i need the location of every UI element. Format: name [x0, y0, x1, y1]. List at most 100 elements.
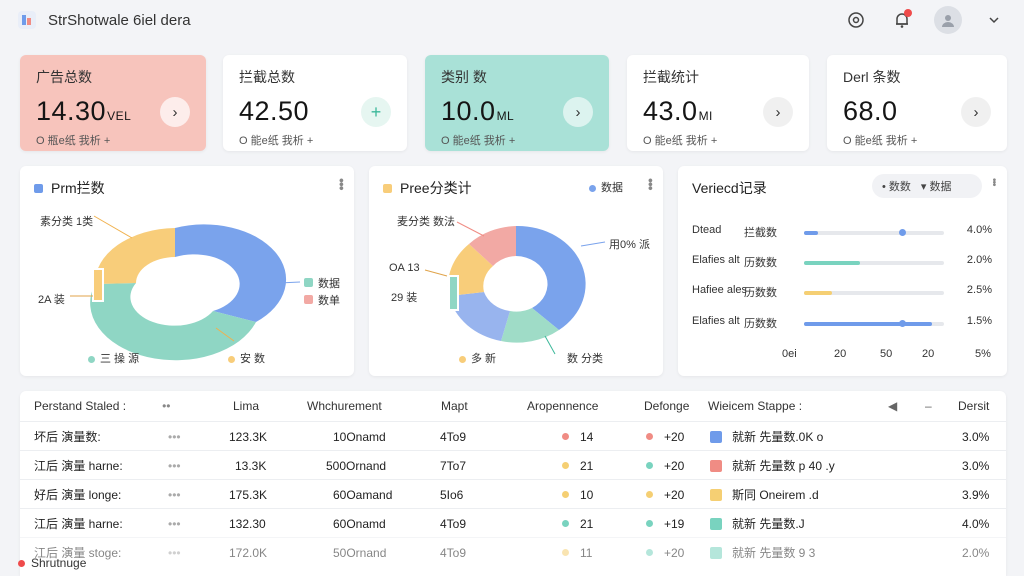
chart-panel-left: Prm拦数 ••• 素分类 1类 2A 装 三 操 源 数据 数单 安 数 [20, 166, 354, 376]
row-stage: 就新 先量数.0K o [710, 422, 823, 451]
donut-offset-chip [92, 268, 104, 302]
row-map: 5Io6 [440, 487, 464, 502]
kpi-label: Derl 条数 [843, 69, 901, 85]
row-name: 坏后 演量数: [34, 430, 101, 444]
row-aro: 10 [562, 480, 593, 509]
kpi-label: 类别 数 [441, 69, 487, 85]
sort-left-icon[interactable]: ◀ [888, 391, 897, 421]
footer-status: Shrutnuge [18, 556, 86, 570]
row-aro: 21 [562, 509, 593, 538]
table-row[interactable]: 江后 演量 harne: ••• 13.3K 500Ornand 7To7 21… [20, 450, 1006, 479]
kpi-arrow-button[interactable]: › [563, 97, 593, 127]
collapse-icon[interactable]: – [925, 391, 932, 421]
donut-slice-blue [175, 224, 287, 322]
kpi-subtext: O 能e纸 我析 + [441, 135, 516, 147]
donut-label-left1: OA 13 [389, 262, 420, 274]
record-row: Hafiee ales 历数数 2.5% [692, 284, 992, 302]
filter-option-1[interactable]: • 数数 [882, 178, 911, 194]
row-stage: 就新 先量数 p 40 .y [710, 451, 835, 480]
donut-chart [70, 215, 301, 361]
row-pct: 4.0% [962, 516, 990, 531]
top-actions [842, 6, 1008, 34]
axis-tick: 20 [834, 348, 847, 360]
record-bar-fill [804, 322, 932, 326]
row-name: 江后 演量 harne: [34, 459, 123, 473]
row-lima: 123.3K [229, 429, 268, 444]
row-map: 7To7 [440, 458, 467, 473]
record-tag: 历数数 [744, 287, 777, 299]
notification-bell-icon[interactable] [888, 6, 916, 34]
table-row[interactable]: 江后 演量 harne: ••• 132.30 60Onamd 4To9 21 … [20, 508, 1006, 537]
row-pct: 3.0% [962, 458, 990, 473]
column-header[interactable]: Dersit [958, 391, 989, 421]
record-tag: 历数数 [744, 318, 777, 330]
column-header[interactable]: Defonge [644, 391, 689, 421]
record-value: 2.5% [966, 284, 992, 296]
kpi-card-3[interactable]: 类别 数 10.0ML O 能e纸 我析 + › [425, 55, 609, 151]
chevron-down-icon[interactable] [980, 6, 1008, 34]
record-tag: 拦截数 [744, 227, 777, 239]
column-header[interactable]: Lima [233, 391, 259, 421]
row-pct: 3.0% [962, 429, 990, 444]
column-header[interactable]: Aropennence [527, 391, 598, 421]
row-aro: 14 [562, 422, 593, 451]
filter-option-2[interactable]: ▾ 数据 [921, 178, 952, 194]
kpi-subtext: O 能e纸 我析 + [843, 135, 918, 147]
record-row: Elafies alt 历数数 2.0% [692, 254, 992, 272]
kpi-subtext: O 能e纸 我析 + [239, 135, 314, 147]
filter-chip[interactable]: • 数数 ▾ 数据 [872, 174, 982, 198]
kpi-arrow-button[interactable]: › [961, 97, 991, 127]
row-map: 4To9 [440, 429, 467, 444]
row-def: +20 [646, 480, 684, 509]
row-map: 4To9 [440, 545, 467, 560]
row-dots: ••• [168, 516, 181, 531]
kpi-card-5[interactable]: Derl 条数 68.0 O 能e纸 我析 + › [827, 55, 1007, 151]
row-def: +20 [646, 451, 684, 480]
record-value: 2.0% [966, 254, 992, 266]
record-bar [804, 261, 944, 265]
row-lima: 13.3K [235, 458, 267, 473]
column-header[interactable]: Mapt [441, 391, 468, 421]
column-header[interactable]: Whchurement [307, 391, 382, 421]
kpi-arrow-button[interactable]: › [160, 97, 190, 127]
kpi-card-2[interactable]: 拦截总数 42.50 O 能e纸 我析 + + [223, 55, 407, 151]
record-name: Elafies alt [692, 254, 740, 266]
donut-label-top: 麦分类 数法 [397, 216, 456, 228]
table-row[interactable]: 坏后 演量数: ••• 123.3K 10Onamd 4To9 14 +20 就… [20, 421, 1006, 450]
row-lima: 132.30 [229, 516, 266, 531]
settings-icon[interactable] [842, 6, 870, 34]
kpi-label: 拦截总数 [239, 69, 295, 85]
kpi-arrow-button[interactable]: › [763, 97, 793, 127]
kpi-card-1[interactable]: 广告总数 14.30VEL O 瓶e纸 我析 + › [20, 55, 206, 151]
row-dots: ••• [168, 545, 181, 560]
kpi-card-4[interactable]: 拦截统计 43.0MI O 能e纸 我析 + › [627, 55, 809, 151]
record-row: Dtead 拦截数 4.0% [692, 224, 992, 242]
table-row[interactable]: 好后 演量 longe: ••• 175.3K 60Oamand 5Io6 10… [20, 479, 1006, 508]
data-table: Perstand Staled : •• Lima Whchurement Map… [20, 391, 1006, 576]
column-header[interactable]: Wieicem Stappe : [708, 391, 802, 421]
axis-tick: 5% [975, 348, 991, 360]
kpi-subtext: O 能e纸 我析 + [643, 135, 718, 147]
column-header[interactable]: Perstand Staled : •• [34, 391, 170, 421]
donut-label-right: 用0% 派 [609, 239, 650, 251]
donut-slice-teal [90, 283, 257, 361]
row-measure: 60Oamand [333, 487, 393, 502]
row-aro: 11 [562, 538, 592, 567]
table-row[interactable]: 江后 演量 stoge: ••• 172.0K 50Ornand 4To9 11… [20, 537, 1006, 566]
row-stage: 就新 先量数 9 3 [710, 538, 815, 567]
row-measure: 10Onamd [333, 429, 386, 444]
record-tag: 历数数 [744, 257, 777, 269]
row-name: 江后 演量 harne: [34, 517, 123, 531]
kpi-label: 广告总数 [36, 69, 92, 85]
row-map: 4To9 [440, 516, 467, 531]
row-stage: 就新 先量数.J [710, 509, 805, 538]
avatar[interactable] [934, 6, 962, 34]
record-name: Hafiee ales [692, 284, 748, 296]
row-def: +20 [646, 538, 684, 567]
kpi-subtext: O 瓶e纸 我析 + [36, 135, 111, 147]
kpi-add-button[interactable]: + [361, 97, 391, 127]
record-bar [804, 291, 944, 295]
donut-label-bottom-right: 数 分类 [567, 353, 604, 365]
more-options-icon[interactable]: ••• [988, 178, 999, 186]
status-dot-icon [18, 559, 25, 567]
